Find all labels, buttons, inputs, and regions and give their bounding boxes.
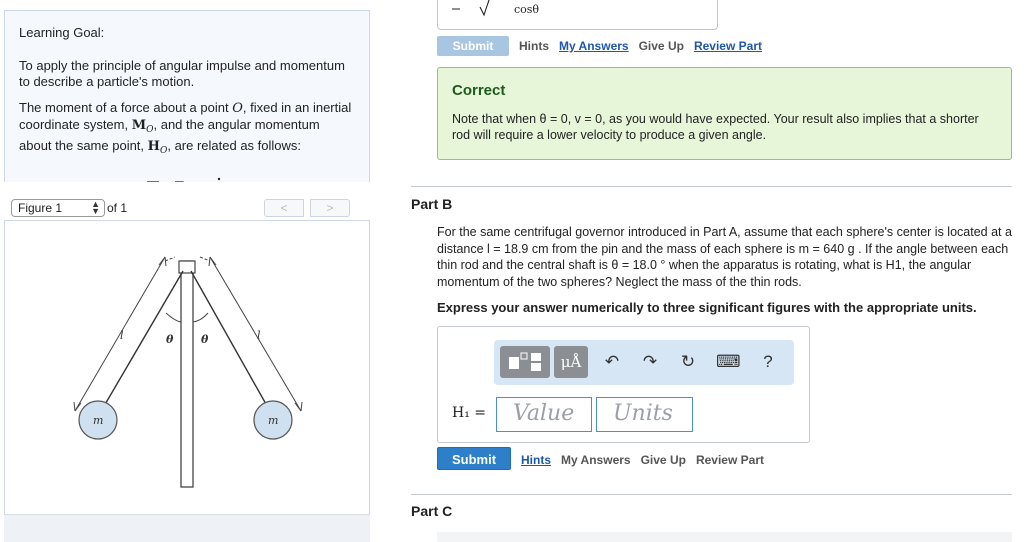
right-dimension-line bbox=[209, 256, 302, 412]
figure-select-value: Figure 1 bbox=[18, 201, 63, 215]
units-button[interactable]: μÅ bbox=[554, 346, 588, 378]
figure-footer bbox=[4, 514, 370, 542]
point-o-symbol: O bbox=[232, 101, 243, 116]
part-b-actions: Submit Hints My Answers Give Up Review Part bbox=[437, 447, 774, 470]
value-input[interactable]: Value bbox=[496, 397, 592, 432]
part-c-content bbox=[437, 532, 1012, 542]
right-extension-line bbox=[199, 256, 211, 262]
central-shaft bbox=[180, 260, 194, 488]
left-extension-line bbox=[164, 256, 176, 262]
learning-goal-box: Learning Goal: To apply the principle of… bbox=[4, 10, 370, 182]
math-toolbar: μÅ ↶ ↷ ↻ ⌨ ? bbox=[494, 340, 794, 385]
correct-feedback-text: Note that when θ = 0, v = 0, as you woul… bbox=[452, 112, 979, 142]
learning-goal-paragraph-2: The moment of a force about a point O, f… bbox=[19, 100, 355, 159]
figure-count: of 1 bbox=[107, 201, 128, 215]
right-mass-label: m bbox=[268, 414, 278, 427]
part-a-hints-link[interactable]: Hints bbox=[519, 39, 549, 53]
undo-icon[interactable]: ↶ bbox=[600, 346, 624, 378]
left-length-label: l bbox=[120, 329, 124, 342]
correct-title: Correct bbox=[452, 82, 506, 99]
goal-text-a: The moment of a force about a point bbox=[19, 100, 233, 115]
figure-area: l l θ θ m m bbox=[4, 220, 370, 514]
part-b-label: Part B bbox=[411, 196, 453, 212]
figure-select[interactable]: Figure 1 ▲ ▼ bbox=[11, 199, 105, 217]
templates-icon bbox=[509, 352, 541, 371]
learning-goal-title: Learning Goal: bbox=[19, 25, 105, 40]
part-a-actions: Submit Hints My Answers Give Up Review Part bbox=[437, 36, 772, 56]
next-figure-button[interactable]: > bbox=[310, 199, 350, 217]
figure-navigation-bar: Figure 1 ▲ ▼ of 1 < > bbox=[4, 193, 370, 221]
equation-fragment-graphic bbox=[147, 177, 221, 182]
left-angle-arc bbox=[165, 312, 182, 323]
left-panel: Learning Goal: To apply the principle of… bbox=[0, 0, 372, 542]
h1-label: H₁ = bbox=[452, 405, 487, 421]
help-icon[interactable]: ? bbox=[756, 346, 780, 378]
sqrt-radical-graphic bbox=[452, 0, 490, 17]
part-b-submit-button[interactable]: Submit bbox=[437, 447, 511, 470]
part-divider bbox=[411, 186, 1012, 187]
right-theta-label: θ bbox=[201, 333, 209, 346]
pivot-block bbox=[178, 260, 196, 274]
learning-goal-paragraph-1: To apply the principle of angular impuls… bbox=[19, 58, 345, 89]
part-b-hints-link[interactable]: Hints bbox=[521, 453, 551, 467]
templates-button[interactable] bbox=[500, 346, 550, 378]
moment-subscript: O bbox=[146, 125, 154, 135]
redo-icon[interactable]: ↷ bbox=[638, 346, 662, 378]
left-mass-label: m bbox=[93, 414, 103, 427]
answer-panel: μÅ ↶ ↷ ↻ ⌨ ? H₁ = Value Units bbox=[437, 326, 810, 443]
part-b-give-up-link[interactable]: Give Up bbox=[641, 453, 686, 467]
moment-symbol: M bbox=[131, 118, 147, 133]
centrifugal-governor-figure: l l θ θ m m bbox=[73, 256, 303, 488]
part-c-label: Part C bbox=[411, 503, 453, 519]
correct-feedback-box: Correct Note that when θ = 0, v = 0, as … bbox=[437, 67, 1012, 160]
formula-denominator: cosθ bbox=[514, 3, 540, 16]
angular-momentum-symbol: H bbox=[147, 139, 160, 154]
part-b-my-answers-link[interactable]: My Answers bbox=[561, 453, 631, 467]
part-b-instruction: Express your answer numerically to three… bbox=[437, 300, 977, 315]
reset-icon[interactable]: ↻ bbox=[676, 346, 700, 378]
goal-text-d: , are related as follows: bbox=[167, 138, 302, 153]
left-theta-label: θ bbox=[166, 333, 174, 346]
truncated-equation bbox=[145, 175, 225, 182]
part-b-question-text: For the same centrifugal governor introd… bbox=[437, 225, 1012, 289]
right-angle-arc bbox=[192, 312, 209, 323]
previous-figure-button[interactable]: < bbox=[264, 199, 304, 217]
part-a-give-up-link[interactable]: Give Up bbox=[639, 39, 684, 53]
part-divider-2 bbox=[411, 494, 1012, 495]
part-a-review-part-link[interactable]: Review Part bbox=[694, 39, 762, 53]
part-a-answer-box: cosθ bbox=[437, 0, 718, 30]
part-b-review-part-link[interactable]: Review Part bbox=[696, 453, 764, 467]
select-caret-icon: ▲ ▼ bbox=[91, 199, 100, 216]
units-input[interactable]: Units bbox=[596, 397, 693, 432]
part-a-my-answers-link[interactable]: My Answers bbox=[559, 39, 629, 53]
right-length-label: l bbox=[257, 329, 261, 342]
part-a-submit-button[interactable]: Submit bbox=[437, 36, 509, 56]
keyboard-icon[interactable]: ⌨ bbox=[716, 346, 741, 378]
